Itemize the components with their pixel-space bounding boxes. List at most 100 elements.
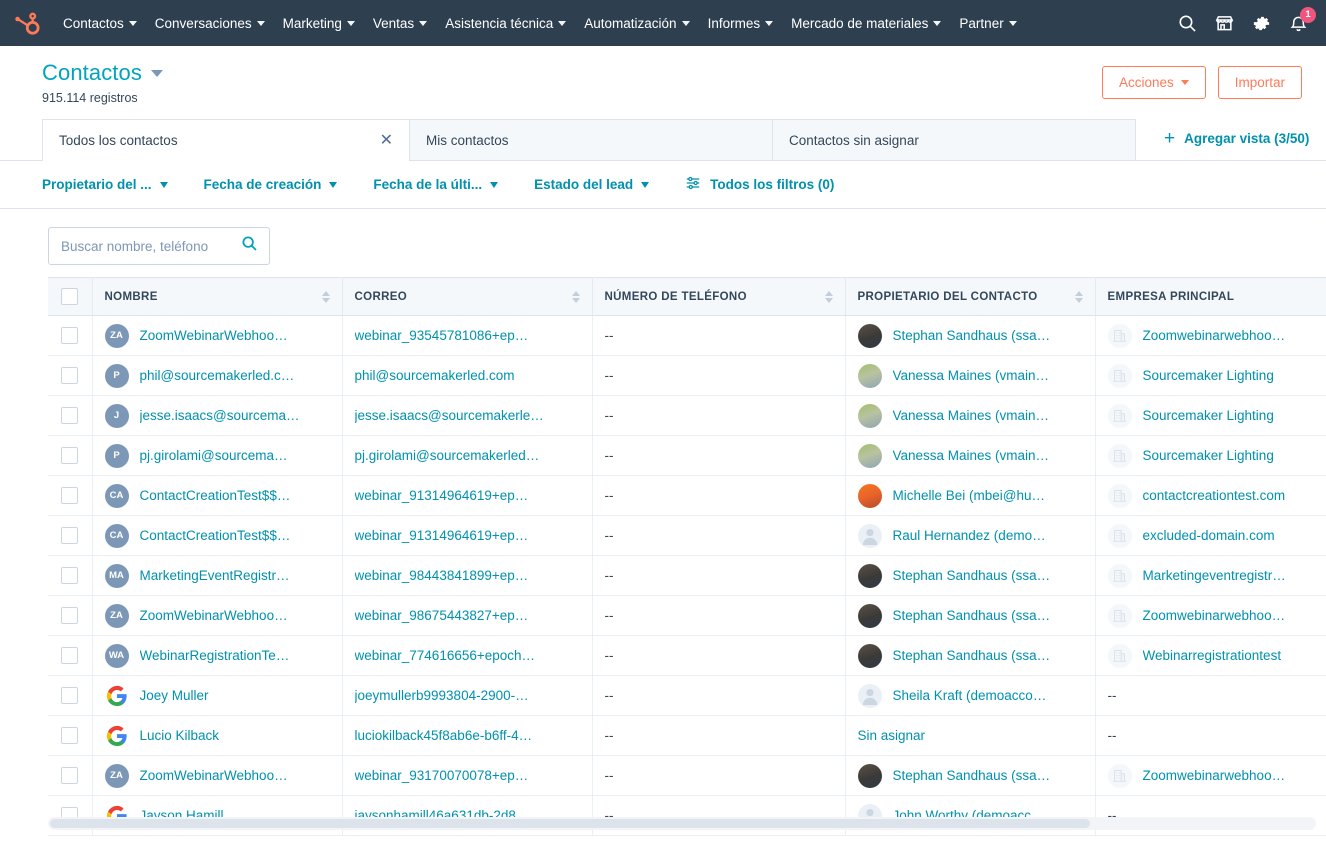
contact-name-cell[interactable]: ZAZoomWebinarWebhoo… — [92, 756, 342, 796]
contact-email-link[interactable]: webinar_98443841899+ep… — [355, 568, 580, 583]
table-row[interactable]: WAWebinarRegistrationTe… webinar_77461665… — [48, 636, 1326, 676]
contact-owner-cell[interactable]: Stephan Sandhaus (ssa… — [845, 596, 1095, 636]
contact-owner-link[interactable]: Michelle Bei (mbei@hu… — [893, 488, 1046, 503]
nav-item-informes[interactable]: Informes — [699, 0, 783, 46]
agregar-vista-button[interactable]: + Agregar vista (3/50) — [1164, 129, 1309, 160]
row-checkbox[interactable] — [61, 407, 78, 424]
sort-icon[interactable] — [572, 291, 580, 303]
contact-owner-link[interactable]: Vanessa Maines (vmain… — [893, 408, 1050, 423]
nav-item-ventas[interactable]: Ventas — [364, 0, 436, 46]
contact-name-link[interactable]: ZoomWebinarWebhoo… — [140, 608, 288, 623]
contact-email-cell[interactable]: luciokilback45f8ab6e-b6ff-4… — [342, 716, 592, 756]
contact-email-link[interactable]: luciokilback45f8ab6e-b6ff-4… — [355, 728, 580, 743]
close-icon[interactable]: ✕ — [380, 133, 393, 149]
table-row[interactable]: ZAZoomWebinarWebhoo…webinar_93545781086+… — [48, 316, 1326, 356]
table-row[interactable]: Joey Mullerjoeymullerb9993804-2900-…--Sh… — [48, 676, 1326, 716]
contact-owner-cell[interactable]: Sheila Kraft (demoacco… — [845, 676, 1095, 716]
contact-name-link[interactable]: jesse.isaacs@sourcema… — [140, 408, 300, 423]
filter-fecha-de-la-ultima-actividad[interactable]: Fecha de la últi... — [373, 177, 498, 192]
contact-owner-link[interactable]: Vanessa Maines (vmain… — [893, 368, 1050, 383]
table-row[interactable]: ZAZoomWebinarWebhoo…webinar_98675443827+… — [48, 596, 1326, 636]
horizontal-scrollbar[interactable] — [48, 817, 1316, 830]
nav-item-conversaciones[interactable]: Conversaciones — [146, 0, 274, 46]
contact-owner-cell[interactable]: Stephan Sandhaus (ssa… — [845, 636, 1095, 676]
contact-name-cell[interactable]: MAMarketingEventRegistr… — [92, 556, 342, 596]
contact-owner-link[interactable]: Stephan Sandhaus (ssa… — [893, 328, 1051, 343]
contact-name-cell[interactable]: Pphil@sourcemakerled.c… — [92, 356, 342, 396]
contact-email-cell[interactable]: webinar_774616656+epoch… — [342, 636, 592, 676]
horizontal-scrollbar-thumb[interactable] — [50, 819, 1090, 828]
row-checkbox[interactable] — [61, 327, 78, 344]
nav-item-mercado-de-materiales[interactable]: Mercado de materiales — [782, 0, 950, 46]
company-link[interactable]: Webinarregistrationtest — [1143, 648, 1282, 663]
contact-email-link[interactable]: webinar_91314964619+ep… — [355, 528, 580, 543]
contact-email-cell[interactable]: pj.girolami@sourcemakerled… — [342, 436, 592, 476]
table-row[interactable]: Lucio Kilbackluciokilback45f8ab6e-b6ff-4… — [48, 716, 1326, 756]
search-box[interactable] — [48, 227, 270, 265]
search-input[interactable] — [61, 239, 241, 254]
contact-name-cell[interactable]: Jjesse.isaacs@sourcema… — [92, 396, 342, 436]
row-checkbox[interactable] — [61, 527, 78, 544]
importar-button[interactable]: Importar — [1218, 66, 1302, 99]
marketplace-icon[interactable] — [1215, 14, 1234, 33]
company-link[interactable]: contactcreationtest.com — [1143, 488, 1286, 503]
contact-email-cell[interactable]: jesse.isaacs@sourcemakerle… — [342, 396, 592, 436]
company-link[interactable]: Zoomwebinarwebhoo… — [1143, 768, 1286, 783]
contact-email-link[interactable]: joeymullerb9993804-2900-… — [355, 688, 580, 703]
row-checkbox[interactable] — [61, 727, 78, 744]
contact-name-link[interactable]: phil@sourcemakerled.c… — [140, 368, 295, 383]
contact-owner-cell[interactable]: Vanessa Maines (vmain… — [845, 436, 1095, 476]
contact-email-cell[interactable]: phil@sourcemakerled.com — [342, 356, 592, 396]
filter-estado-del-lead[interactable]: Estado del lead — [534, 177, 649, 192]
contact-owner-link[interactable]: Raul Hernandez (demo… — [893, 528, 1046, 543]
row-checkbox[interactable] — [61, 447, 78, 464]
column-header-propietario-del-contacto[interactable]: PROPIETARIO DEL CONTACTO — [845, 278, 1095, 316]
company-link[interactable]: Zoomwebinarwebhoo… — [1143, 608, 1286, 623]
contact-owner-cell[interactable]: Raul Hernandez (demo… — [845, 516, 1095, 556]
contact-owner-link[interactable]: Vanessa Maines (vmain… — [893, 448, 1050, 463]
row-checkbox[interactable] — [61, 487, 78, 504]
contact-name-link[interactable]: pj.girolami@sourcema… — [140, 448, 288, 463]
contact-name-cell[interactable]: Ppj.girolami@sourcema… — [92, 436, 342, 476]
company-cell[interactable]: Zoomwebinarwebhoo… — [1095, 596, 1326, 636]
tab-todos-los-contactos[interactable]: Todos los contactos ✕ — [42, 119, 410, 161]
contact-name-link[interactable]: ZoomWebinarWebhoo… — [140, 328, 288, 343]
company-link[interactable]: Marketingeventregistr… — [1143, 568, 1286, 583]
row-checkbox[interactable] — [61, 687, 78, 704]
company-link[interactable]: excluded-domain.com — [1143, 528, 1275, 543]
company-link[interactable]: Sourcemaker Lighting — [1143, 448, 1274, 463]
column-header-numero-de-telefono[interactable]: NÚMERO DE TELÉFONO — [592, 278, 845, 316]
filter-propietario-del-contacto[interactable]: Propietario del ... — [42, 177, 168, 192]
table-row[interactable]: Jjesse.isaacs@sourcema…jesse.isaacs@sour… — [48, 396, 1326, 436]
select-all-checkbox[interactable] — [61, 288, 78, 305]
contact-email-link[interactable]: webinar_93170070078+ep… — [355, 768, 580, 783]
company-cell[interactable]: Zoomwebinarwebhoo… — [1095, 316, 1326, 356]
contact-email-cell[interactable]: webinar_91314964619+ep… — [342, 516, 592, 556]
contact-name-cell[interactable]: ZAZoomWebinarWebhoo… — [92, 596, 342, 636]
nav-item-marketing[interactable]: Marketing — [274, 0, 364, 46]
nav-item-asistencia-tecnica[interactable]: Asistencia técnica — [436, 0, 575, 46]
contact-email-link[interactable]: webinar_91314964619+ep… — [355, 488, 580, 503]
contact-owner-cell[interactable]: Stephan Sandhaus (ssa… — [845, 556, 1095, 596]
company-link[interactable]: Sourcemaker Lighting — [1143, 368, 1274, 383]
contact-owner-cell[interactable]: Stephan Sandhaus (ssa… — [845, 316, 1095, 356]
row-checkbox[interactable] — [61, 567, 78, 584]
company-link[interactable]: Sourcemaker Lighting — [1143, 408, 1274, 423]
row-checkbox[interactable] — [61, 367, 78, 384]
contact-owner-link[interactable]: Stephan Sandhaus (ssa… — [893, 568, 1051, 583]
filter-fecha-de-creacion[interactable]: Fecha de creación — [204, 177, 338, 192]
contact-email-link[interactable]: webinar_774616656+epoch… — [355, 648, 580, 663]
company-cell[interactable]: Sourcemaker Lighting — [1095, 436, 1326, 476]
page-title-dropdown[interactable]: Contactos — [42, 60, 163, 86]
acciones-button[interactable]: Acciones — [1102, 66, 1206, 99]
contact-name-cell[interactable]: WAWebinarRegistrationTe… — [92, 636, 342, 676]
nav-item-contactos[interactable]: Contactos — [54, 0, 146, 46]
contact-email-link[interactable]: jesse.isaacs@sourcemakerle… — [355, 408, 580, 423]
company-cell[interactable]: Zoomwebinarwebhoo… — [1095, 756, 1326, 796]
table-row[interactable]: Ppj.girolami@sourcema…pj.girolami@source… — [48, 436, 1326, 476]
table-row[interactable]: CAContactCreationTest$$…webinar_91314964… — [48, 476, 1326, 516]
contact-name-link[interactable]: ZoomWebinarWebhoo… — [140, 768, 288, 783]
contact-owner-cell[interactable]: Sin asignar — [845, 716, 1095, 756]
company-cell[interactable]: Marketingeventregistr… — [1095, 556, 1326, 596]
contact-email-cell[interactable]: webinar_91314964619+ep… — [342, 476, 592, 516]
